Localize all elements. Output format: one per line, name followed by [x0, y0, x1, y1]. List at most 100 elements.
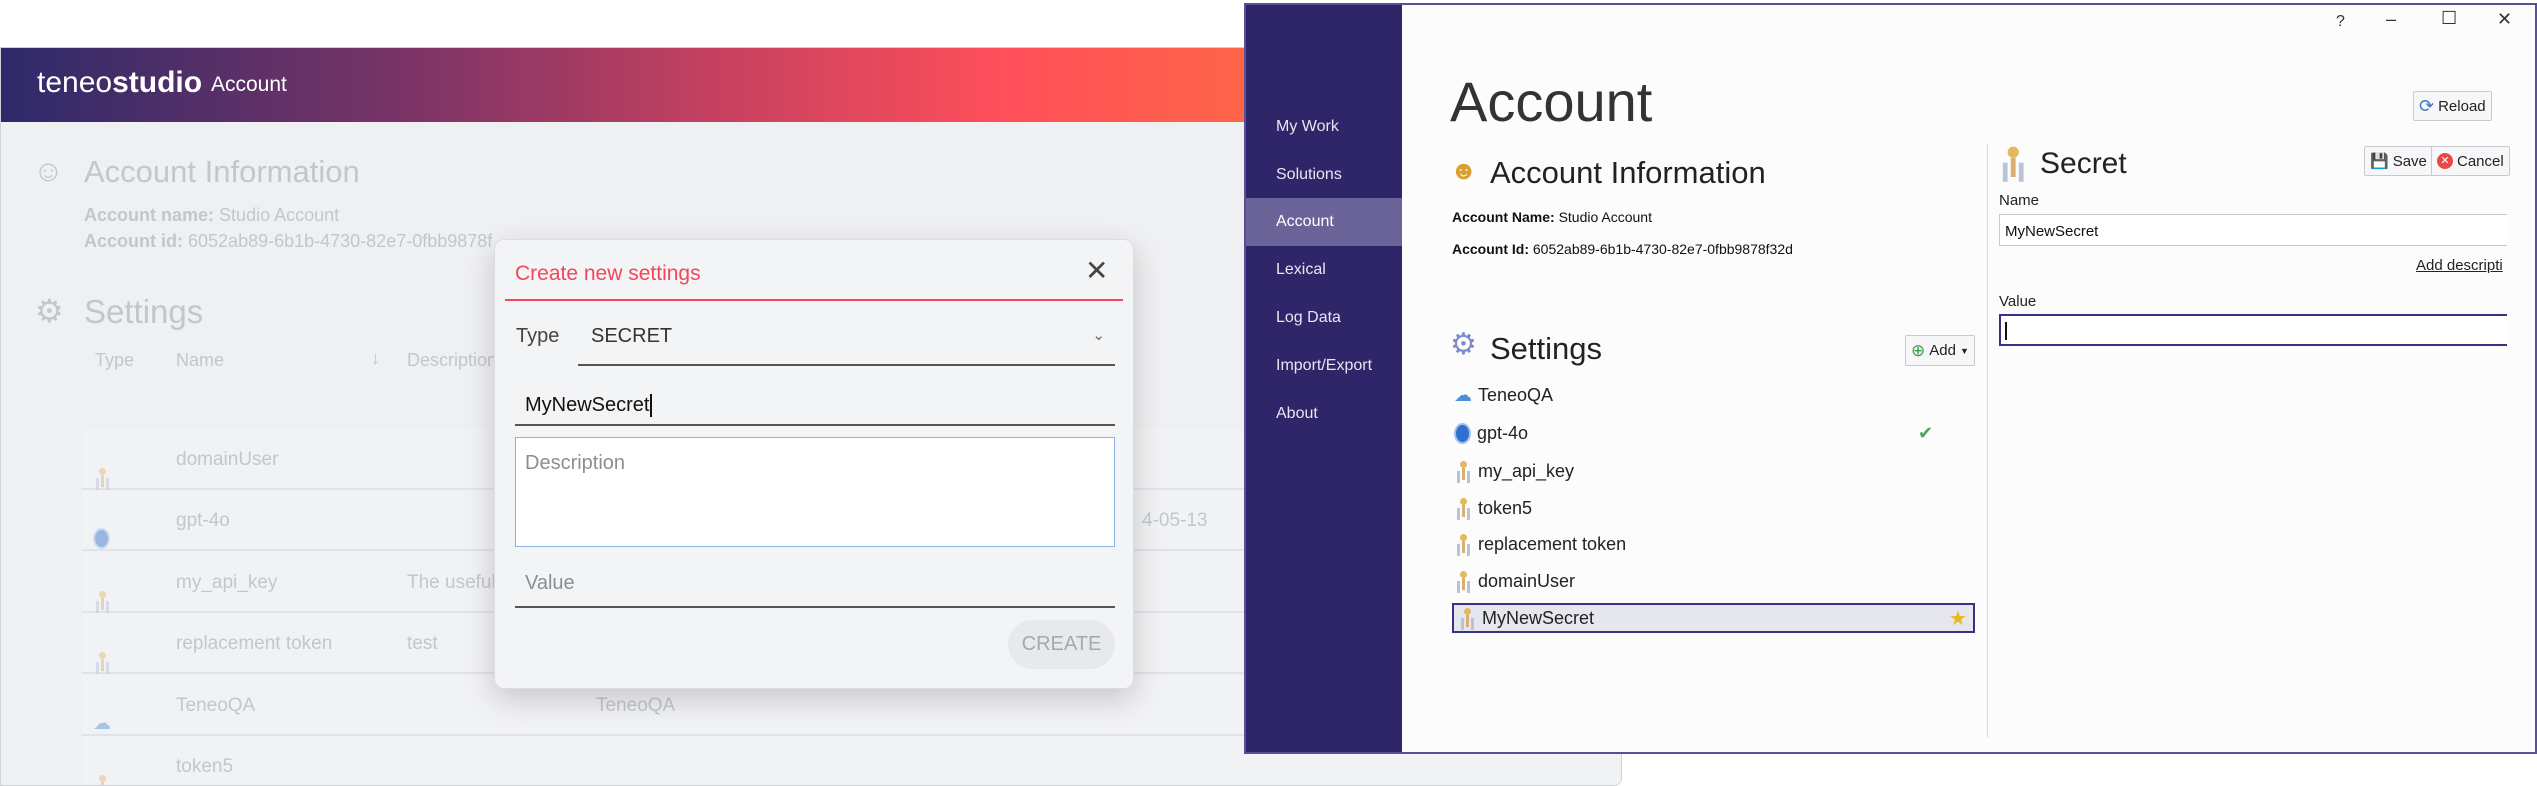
- name-label: Name: [1999, 192, 2040, 209]
- secret-key-icon: [93, 467, 111, 489]
- account-id: 6052ab89-6b1b-4730-82e7-0fbb9878f32d: [1532, 241, 1793, 257]
- row-description: test: [407, 633, 438, 654]
- type-label: Type: [516, 325, 560, 347]
- cloud-icon: ☁: [93, 713, 111, 733]
- floppy-icon: 💾: [2370, 153, 2389, 170]
- settings-list-item[interactable]: replacement token: [1454, 529, 1626, 559]
- account-name-label: Account name:: [84, 205, 215, 225]
- sidebar-item-account[interactable]: Account: [1246, 198, 1402, 246]
- description-placeholder: Description: [525, 452, 626, 474]
- secret-key-icon: [1454, 533, 1472, 555]
- sidebar-item-my-work[interactable]: My Work: [1246, 103, 1402, 151]
- minimize-button[interactable]: –: [2386, 9, 2396, 30]
- name-value: MyNewSecret: [525, 394, 653, 417]
- row-description: The useful: [407, 572, 496, 593]
- account-name: Studio Account: [219, 205, 340, 225]
- col-description[interactable]: Description: [407, 350, 497, 371]
- gear-icon: ⚙: [35, 293, 64, 329]
- description-textarea[interactable]: Description: [515, 437, 1115, 547]
- reload-button[interactable]: ⟳ Reload: [2413, 91, 2492, 121]
- panel-divider: [1987, 144, 1988, 738]
- row-name: domainUser: [176, 449, 279, 470]
- create-button[interactable]: CREATE: [1008, 620, 1115, 669]
- settings-heading: Settings: [1490, 331, 1603, 366]
- people-icon: ☻: [1450, 155, 1478, 185]
- cancel-icon: ✕: [2437, 153, 2453, 169]
- secret-key-icon: [1454, 570, 1472, 592]
- item-name: domainUser: [1478, 570, 1576, 591]
- secret-key-icon: [93, 651, 111, 673]
- sidebar-item-log-data[interactable]: Log Data: [1246, 294, 1402, 342]
- type-value: SECRET: [591, 325, 673, 347]
- sidebar-item-about[interactable]: About: [1246, 390, 1402, 438]
- settings-list-item[interactable]: MyNewSecret ★: [1452, 603, 1975, 633]
- settings-list-item[interactable]: gpt-4o ✔: [1454, 418, 1933, 448]
- sort-arrow-icon[interactable]: ↓: [371, 348, 380, 369]
- item-name: TeneoQA: [1478, 384, 1554, 405]
- text-cursor: [2005, 322, 2007, 340]
- account-info-heading: Account Information: [84, 154, 360, 189]
- row-name: token5: [176, 756, 234, 777]
- maximize-button[interactable]: ☐: [2441, 8, 2457, 29]
- row-description: TeneoQA: [596, 695, 676, 716]
- account-info-heading: Account Information: [1490, 155, 1766, 190]
- secret-key-icon: [1998, 145, 2024, 181]
- people-icon: ☺: [33, 155, 64, 188]
- name-input[interactable]: MyNewSecret: [515, 380, 1115, 426]
- openai-icon: [93, 528, 110, 549]
- check-icon: ✔: [1918, 422, 1934, 443]
- account-id-label: Account Id:: [1452, 241, 1529, 257]
- row-name: gpt-4o: [176, 510, 230, 531]
- account-name: Studio Account: [1558, 209, 1652, 225]
- sidebar-item-import-export[interactable]: Import/Export: [1246, 342, 1402, 390]
- value-input[interactable]: Value: [515, 560, 1115, 608]
- help-button[interactable]: ?: [2336, 13, 2345, 31]
- star-icon[interactable]: ★: [1949, 606, 1967, 631]
- dropdown-arrow-icon: ▼: [1959, 345, 1969, 356]
- close-icon[interactable]: ✕: [1085, 254, 1108, 287]
- col-name[interactable]: Name: [176, 350, 224, 371]
- settings-list-item[interactable]: token5: [1454, 493, 1532, 523]
- page-title: Account: [1450, 70, 1653, 133]
- settings-list-item[interactable]: ☁ TeneoQA: [1454, 380, 1553, 410]
- sidebar: My Work Solutions Account Lexical Log Data Im…: [1246, 5, 1402, 752]
- col-type[interactable]: Type: [95, 350, 134, 371]
- item-name: gpt-4o: [1477, 422, 1529, 443]
- secret-key-icon: [1454, 460, 1472, 482]
- account-id-label: Account id:: [84, 231, 183, 251]
- value-input[interactable]: [1999, 314, 2507, 346]
- sidebar-item-lexical[interactable]: Lexical: [1246, 246, 1402, 294]
- cloud-icon: ☁: [1454, 384, 1472, 405]
- value-label: Value: [1999, 293, 2037, 310]
- plus-icon: ⊕: [1911, 340, 1926, 360]
- cancel-button[interactable]: ✕ Cancel: [2431, 146, 2510, 176]
- account-id: 6052ab89-6b1b-4730-82e7-0fbb9878f: [188, 231, 493, 251]
- name-input[interactable]: MyNewSecret: [1999, 214, 2507, 246]
- settings-gears-icon: ⚙: [1450, 328, 1477, 361]
- type-select[interactable]: SECRET ⌄: [578, 316, 1115, 366]
- settings-list-item[interactable]: domainUser: [1454, 566, 1575, 596]
- row-name: TeneoQA: [176, 695, 256, 716]
- add-description-link[interactable]: Add descripti: [2416, 257, 2507, 274]
- add-button[interactable]: ⊕ Add ▼: [1905, 335, 1975, 366]
- save-button[interactable]: 💾 Save: [2364, 146, 2433, 176]
- secret-key-icon: [93, 590, 111, 612]
- sidebar-item-solutions[interactable]: Solutions: [1246, 151, 1402, 199]
- chevron-down-icon: ⌄: [1092, 327, 1105, 344]
- settings-heading: Settings: [84, 293, 204, 330]
- item-name: MyNewSecret: [1482, 607, 1595, 628]
- settings-list-item[interactable]: my_api_key: [1454, 456, 1574, 486]
- brand-logo[interactable]: teneostudio: [37, 66, 202, 100]
- item-name: replacement token: [1478, 533, 1627, 554]
- secret-heading: Secret: [2040, 147, 2127, 180]
- item-name: token5: [1478, 497, 1533, 518]
- close-button[interactable]: ✕: [2497, 9, 2512, 30]
- openai-icon: [1454, 422, 1471, 444]
- account-name-label: Account Name:: [1452, 209, 1555, 225]
- header-page-title: Account: [211, 73, 287, 96]
- row-name: my_api_key: [176, 572, 278, 593]
- row-name: replacement token: [176, 633, 333, 654]
- cancel-label: Cancel: [2457, 152, 2504, 170]
- secret-key-icon: [1454, 497, 1472, 519]
- title-divider: [505, 299, 1123, 301]
